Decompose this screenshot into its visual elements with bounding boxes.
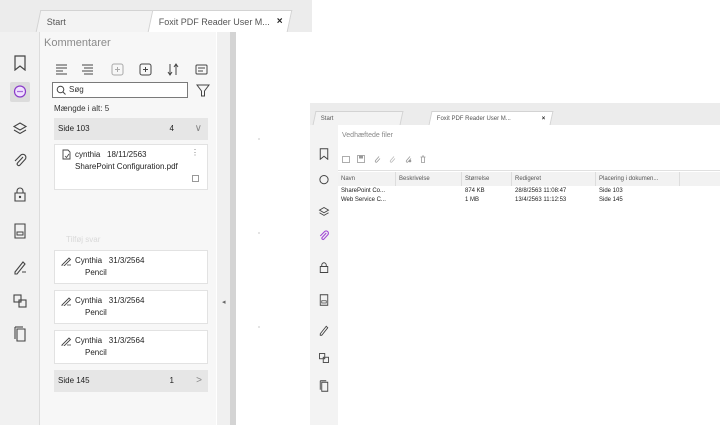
total-count: Mængde i alt: 5 (54, 104, 110, 113)
cell-modified: 13/4/2563 11:12:53 (515, 197, 567, 203)
lock-icon[interactable] (11, 186, 29, 204)
chevron-right-icon[interactable]: > (196, 370, 202, 392)
attachments-window: Start Foxit PDF Reader User M... × Vedhæ… (310, 103, 720, 425)
pencil-icon (61, 257, 72, 266)
comments-window: Start Foxit PDF Reader User M... × Komme… (0, 0, 312, 425)
cell-modified: 28/8/2563 11:08:47 (515, 188, 567, 194)
form-icon[interactable] (317, 293, 330, 306)
chevron-down-icon[interactable]: ∨ (195, 118, 202, 140)
add-attachment-icon[interactable] (373, 155, 381, 163)
sidebar (0, 32, 40, 425)
scroll-dot (258, 138, 260, 140)
comment-icon[interactable] (10, 82, 30, 102)
save-icon[interactable] (357, 155, 366, 163)
comments-panel: Kommentarer Søg Mængde i alt: 5 Side 103… (40, 32, 216, 425)
comment-card[interactable]: Cynthia 31/3/2564 Pencil (54, 330, 208, 364)
comment-card[interactable]: Cynthia 31/3/2564 Pencil (54, 250, 208, 284)
column-modified[interactable]: Redigeret (512, 172, 596, 186)
attachments-toolbar (342, 150, 430, 163)
close-tab-icon[interactable]: × (277, 11, 283, 32)
bookmark-icon[interactable] (317, 147, 330, 160)
open-icon[interactable] (342, 155, 350, 163)
summary-icon[interactable] (194, 62, 208, 76)
reply-placeholder: Tilføj svar (66, 235, 101, 244)
attachments-panel: Vedhæftede filer Navn Beskrivelse Større… (338, 125, 720, 425)
close-tab-icon[interactable]: × (542, 112, 546, 126)
cell-name: SharePoint Co... (341, 188, 386, 194)
column-size[interactable]: Størrelse (462, 172, 512, 186)
layers-icon[interactable] (317, 205, 330, 218)
divider (338, 170, 720, 171)
sidebar (310, 125, 338, 425)
compare-icon[interactable] (11, 292, 29, 310)
compare-icon[interactable] (317, 351, 330, 364)
cell-size: 874 KB (465, 188, 485, 194)
sort-icon[interactable] (166, 62, 180, 76)
edit-attachment-icon[interactable] (404, 155, 412, 163)
export-icon[interactable] (138, 62, 152, 76)
form-icon[interactable] (11, 222, 29, 240)
page-group-header[interactable]: Side 103 4 ∨ (54, 118, 208, 140)
expand-all-icon[interactable] (54, 62, 68, 76)
search-icon (56, 85, 66, 95)
panel-title: Kommentarer (44, 37, 111, 49)
panel-splitter[interactable] (230, 32, 236, 425)
import-icon[interactable] (110, 62, 124, 76)
checkbox[interactable] (192, 175, 199, 182)
signature-icon[interactable] (317, 323, 330, 336)
column-location[interactable]: Placering i dokumen... (596, 172, 680, 186)
tab-document[interactable]: Foxit PDF Reader User M... × (428, 111, 554, 126)
pages-icon[interactable] (11, 325, 29, 343)
tab-start[interactable]: Start (35, 10, 157, 32)
pencil-icon (61, 297, 72, 306)
delete-icon[interactable] (419, 155, 427, 163)
attachment-icon[interactable] (317, 229, 330, 242)
search-input[interactable]: Søg (52, 82, 188, 98)
lock-icon[interactable] (317, 261, 330, 274)
cell-size: 1 MB (465, 197, 480, 203)
cell-name: Web Service C... (341, 197, 386, 203)
file-attachment-icon (62, 149, 71, 160)
attachment-link-icon[interactable] (388, 155, 396, 163)
page-group-header[interactable]: Side 145 1 > (54, 370, 208, 392)
scroll-dot (258, 326, 260, 328)
bookmark-icon[interactable] (11, 54, 29, 72)
pages-icon[interactable] (317, 379, 330, 392)
filter-icon[interactable] (196, 82, 210, 98)
collapse-panel-icon[interactable]: ◂ (222, 298, 226, 306)
cell-location: Side 103 (599, 188, 623, 194)
collapse-all-icon[interactable] (80, 62, 94, 76)
column-description[interactable]: Beskrivelse (396, 172, 462, 186)
column-name[interactable]: Navn (338, 172, 396, 186)
tab-start[interactable]: Start (312, 111, 404, 125)
comment-card[interactable]: Cynthia 31/3/2564 Pencil (54, 290, 208, 324)
table-header: Navn Beskrivelse Størrelse Redigeret Pla… (338, 172, 720, 186)
comment-icon[interactable] (317, 173, 330, 186)
more-icon[interactable]: ⋮ (191, 148, 199, 157)
layers-icon[interactable] (11, 120, 29, 138)
scroll-dot (258, 232, 260, 234)
cell-location: Side 145 (599, 197, 623, 203)
signature-icon[interactable] (11, 258, 29, 276)
comment-card[interactable]: cynthia 18/11/2563 SharePoint Configurat… (54, 144, 208, 190)
attachment-icon[interactable] (11, 152, 29, 170)
pencil-icon (61, 337, 72, 346)
panel-title: Vedhæftede filer (342, 132, 393, 139)
tab-document[interactable]: Foxit PDF Reader User M... × (147, 10, 293, 32)
